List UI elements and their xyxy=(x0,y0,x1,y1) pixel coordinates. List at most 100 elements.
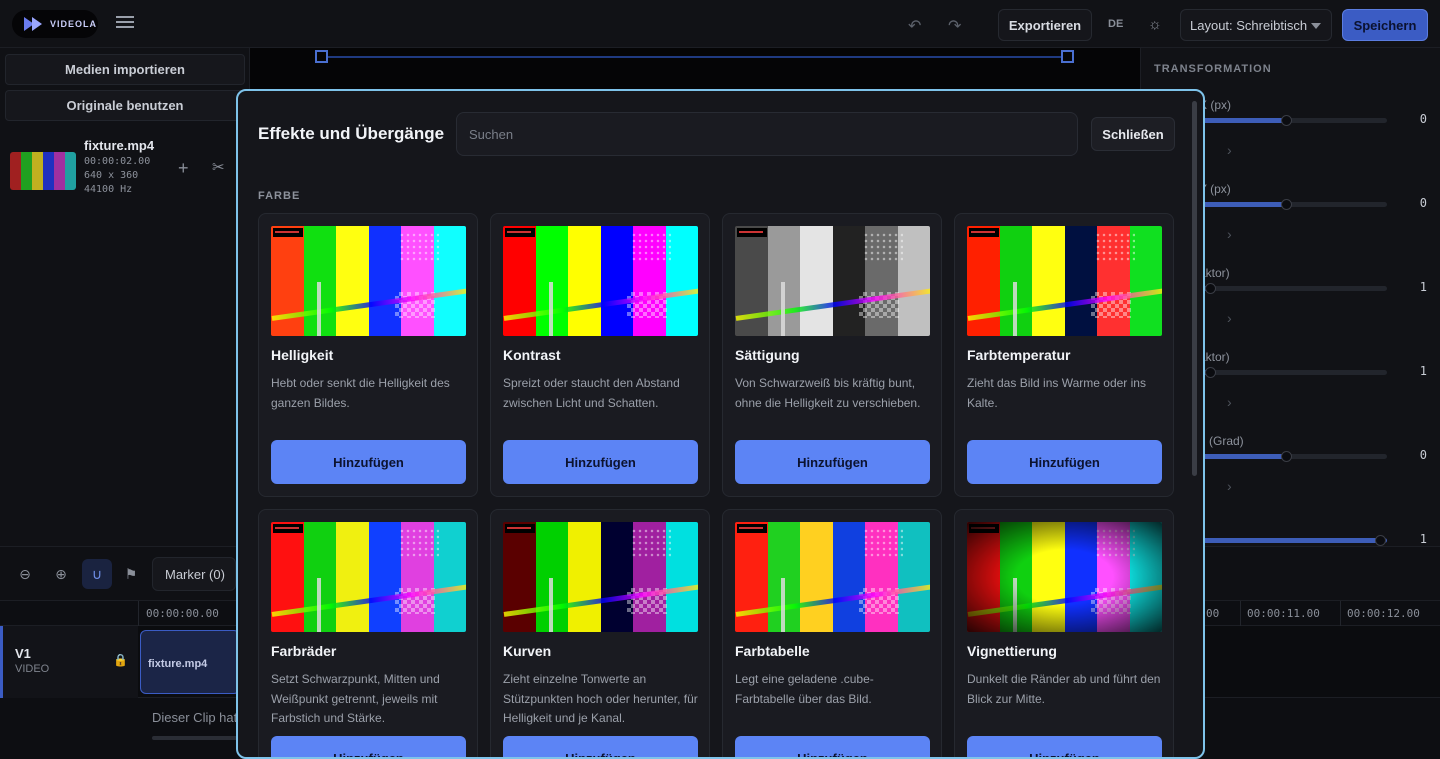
effect-title: Sättigung xyxy=(735,347,800,363)
flag-icon[interactable]: ⚑ xyxy=(116,559,146,589)
clip-name: fixture.mp4 xyxy=(148,658,208,670)
effect-description: Zieht das Bild ins Warme oder ins Kalte. xyxy=(967,376,1146,410)
effect-title: Farbräder xyxy=(271,643,337,659)
ruler-tick: 00:00:00.00 xyxy=(146,607,219,620)
add-effect-button[interactable]: Hinzufügen xyxy=(503,736,698,757)
resize-handle-top-right[interactable] xyxy=(1061,50,1074,63)
media-panel: Medien importieren Originale benutzen fi… xyxy=(0,48,250,546)
media-sample-rate: 44100 Hz xyxy=(84,184,133,195)
effect-card[interactable]: Farbtabelle Legt eine geladene .cube-Far… xyxy=(722,509,942,757)
add-effect-button[interactable]: Hinzufügen xyxy=(735,440,930,484)
slider-knob[interactable] xyxy=(1281,115,1292,126)
slider-knob[interactable] xyxy=(1205,367,1216,378)
use-originals-button[interactable]: Originale benutzen xyxy=(5,90,245,121)
property-slider[interactable] xyxy=(1199,367,1387,378)
resize-handle-top-left[interactable] xyxy=(315,50,328,63)
slider-knob[interactable] xyxy=(1281,451,1292,462)
effect-title: Helligkeit xyxy=(271,347,334,363)
effect-card[interactable]: Helligkeit Hebt oder senkt die Helligkei… xyxy=(258,213,478,497)
add-effect-button[interactable]: Hinzufügen xyxy=(967,736,1162,757)
effect-preview-image xyxy=(735,522,930,632)
property-value: 0 xyxy=(1419,196,1427,210)
effect-description: Spreizt oder staucht den Abstand zwische… xyxy=(503,376,680,410)
effects-dialog: Effekte und Übergänge Schließen FARBE He… xyxy=(236,89,1205,759)
search-input[interactable] xyxy=(456,112,1078,156)
close-button[interactable]: Schließen xyxy=(1091,117,1175,151)
layout-select-label: Layout: Schreibtisch xyxy=(1190,17,1308,33)
slider-fill xyxy=(1199,454,1284,459)
effect-description: Setzt Schwarzpunkt, Mitten und Weißpunkt… xyxy=(271,672,440,725)
export-button[interactable]: Exportieren xyxy=(998,9,1092,41)
chevron-right-icon[interactable]: › xyxy=(1227,142,1232,158)
slider-knob[interactable] xyxy=(1205,283,1216,294)
app-logo[interactable]: VIDEOLA xyxy=(12,10,98,38)
effect-description: Von Schwarzweiß bis kräftig bunt, ohne d… xyxy=(735,376,921,410)
timeline-clip[interactable]: fixture.mp4 xyxy=(140,630,240,694)
property-value: 1 xyxy=(1419,364,1427,378)
property-value: 0 xyxy=(1419,448,1427,462)
effect-title: Kontrast xyxy=(503,347,561,363)
add-effect-button[interactable]: Hinzufügen xyxy=(271,736,466,757)
property-value: 1 xyxy=(1419,532,1427,546)
media-resolution: 640 x 360 xyxy=(84,170,139,181)
property-slider[interactable] xyxy=(1199,283,1387,294)
effect-preview-image xyxy=(967,226,1162,336)
ruler-tick: 00 xyxy=(1206,607,1220,620)
media-thumbnail xyxy=(10,152,76,190)
slider-fill xyxy=(1199,202,1284,207)
theme-sun-icon[interactable]: ☼ xyxy=(1148,16,1162,33)
section-label: FARBE xyxy=(258,190,301,202)
chevron-right-icon[interactable]: › xyxy=(1227,478,1232,494)
logo-text: VIDEOLA xyxy=(50,19,98,29)
property-slider[interactable] xyxy=(1199,535,1387,546)
chevron-down-icon xyxy=(1311,23,1321,29)
effect-description: Dunkelt die Ränder ab und führt den Blic… xyxy=(967,672,1161,706)
add-to-timeline-icon[interactable]: + xyxy=(178,158,189,179)
ruler-tick: 00:00:12.00 xyxy=(1347,607,1420,620)
media-item[interactable]: fixture.mp4 00:00:02.00 640 x 360 44100 … xyxy=(10,138,246,195)
add-effect-button[interactable]: Hinzufügen xyxy=(271,440,466,484)
effect-description: Zieht einzelne Tonwerte an Stützpunkten … xyxy=(503,672,698,725)
effect-title: Farbtemperatur xyxy=(967,347,1071,363)
lock-icon[interactable]: 🔒 xyxy=(113,653,128,667)
effect-card[interactable]: Vignettierung Dunkelt die Ränder ab und … xyxy=(954,509,1174,757)
vertical-scrollbar[interactable] xyxy=(1192,101,1197,476)
effect-card[interactable]: Kurven Zieht einzelne Tonwerte an Stützp… xyxy=(490,509,710,757)
zoom-out-icon[interactable]: ⊖ xyxy=(10,559,40,589)
language-toggle[interactable]: DE xyxy=(1108,18,1123,30)
chevron-right-icon[interactable]: › xyxy=(1227,310,1232,326)
effect-title: Kurven xyxy=(503,643,552,659)
add-effect-button[interactable]: Hinzufügen xyxy=(735,736,930,757)
redo-icon[interactable]: ↷ xyxy=(948,16,966,35)
slider-knob[interactable] xyxy=(1281,199,1292,210)
property-value: 1 xyxy=(1419,280,1427,294)
effect-card[interactable]: Sättigung Von Schwarzweiß bis kräftig bu… xyxy=(722,213,942,497)
undo-icon[interactable]: ↶ xyxy=(908,16,926,35)
effect-title: Vignettierung xyxy=(967,643,1057,659)
slider-knob[interactable] xyxy=(1375,535,1386,546)
property-slider[interactable] xyxy=(1199,451,1387,462)
save-button[interactable]: Speichern xyxy=(1342,9,1428,41)
scissors-icon[interactable]: ✂ xyxy=(212,158,225,176)
horizontal-scrollbar[interactable] xyxy=(152,736,242,740)
magnet-icon[interactable]: ∪ xyxy=(82,559,112,589)
effect-card[interactable]: Kontrast Spreizt oder staucht den Abstan… xyxy=(490,213,710,497)
chevron-right-icon[interactable]: › xyxy=(1227,394,1232,410)
layout-select[interactable]: Layout: Schreibtisch xyxy=(1180,9,1332,41)
menu-icon[interactable] xyxy=(116,16,134,30)
clip-note-text: Dieser Clip hat xyxy=(152,710,238,725)
import-media-button[interactable]: Medien importieren xyxy=(5,54,245,85)
add-effect-button[interactable]: Hinzufügen xyxy=(503,440,698,484)
effect-card[interactable]: Farbtemperatur Zieht das Bild ins Warme … xyxy=(954,213,1174,497)
add-effect-button[interactable]: Hinzufügen xyxy=(967,440,1162,484)
ruler-tick: 00:00:11.00 xyxy=(1247,607,1320,620)
marker-button[interactable]: Marker (0) xyxy=(152,557,236,591)
property-value: 0 xyxy=(1419,112,1427,126)
track-header[interactable]: V1 VIDEO 🔒 xyxy=(0,626,138,698)
property-slider[interactable] xyxy=(1199,115,1387,126)
chevron-right-icon[interactable]: › xyxy=(1227,226,1232,242)
property-slider[interactable] xyxy=(1199,199,1387,210)
media-name: fixture.mp4 xyxy=(84,138,155,153)
effect-card[interactable]: Farbräder Setzt Schwarzpunkt, Mitten und… xyxy=(258,509,478,757)
zoom-in-icon[interactable]: ⊕ xyxy=(46,559,76,589)
